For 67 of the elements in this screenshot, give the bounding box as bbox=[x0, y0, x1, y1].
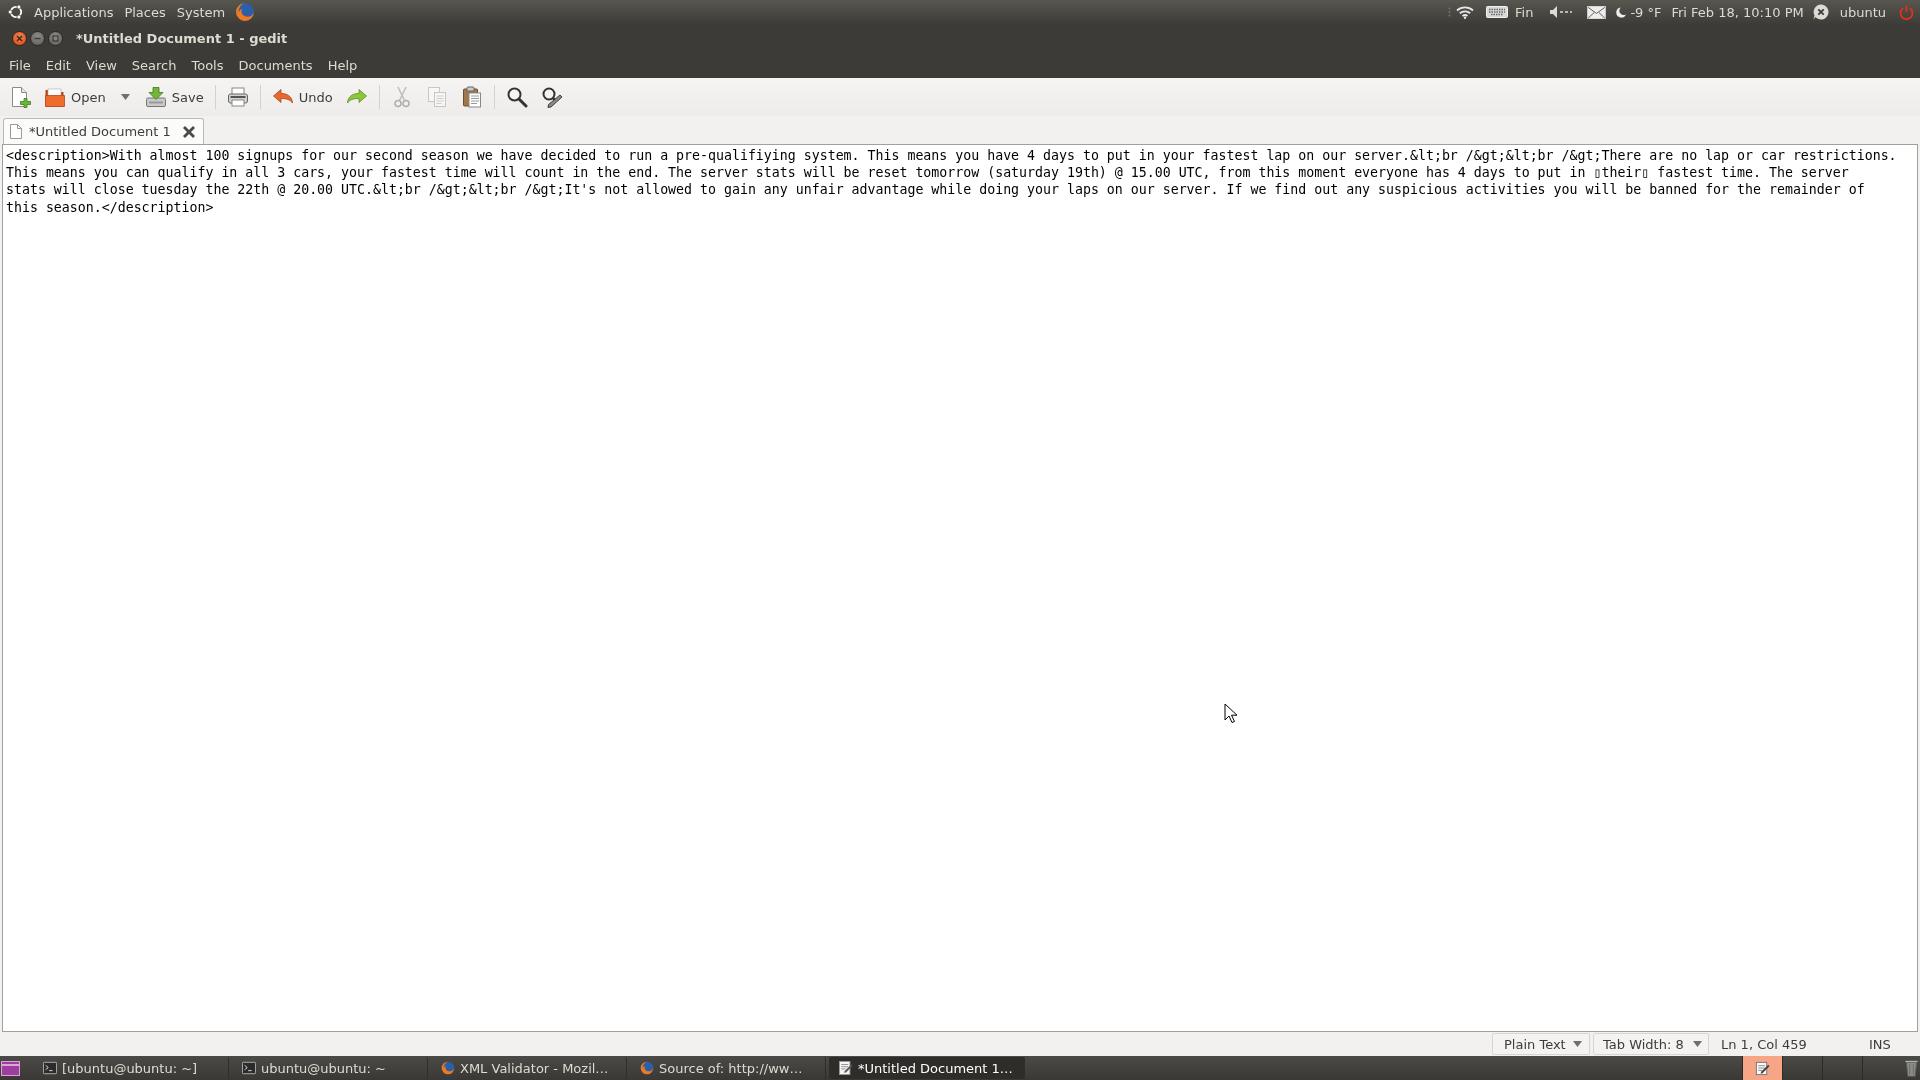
language-dropdown[interactable]: Plain Text bbox=[1492, 1033, 1590, 1055]
tab-width-dropdown[interactable]: Tab Width: 8 bbox=[1593, 1033, 1709, 1055]
menu-item[interactable]: Search bbox=[124, 52, 184, 78]
caret-icon bbox=[120, 94, 130, 100]
document-icon bbox=[10, 124, 22, 139]
panel-menu[interactable]: Applications bbox=[34, 0, 114, 24]
firefox-icon bbox=[640, 1061, 654, 1075]
save-button[interactable]: Save bbox=[139, 81, 209, 113]
mail-icon[interactable] bbox=[1587, 5, 1607, 19]
taskbar-button[interactable]: [ubuntu@ubuntu: ~] bbox=[33, 1057, 229, 1079]
caret-icon bbox=[1692, 1041, 1702, 1047]
user-status-icon[interactable] bbox=[1812, 4, 1829, 20]
folder-icon bbox=[44, 86, 66, 108]
open-button[interactable]: Open bbox=[39, 81, 111, 113]
grip-icon bbox=[1448, 7, 1451, 17]
panel-menu[interactable]: System bbox=[176, 0, 226, 24]
close-icon bbox=[182, 125, 195, 138]
search-pencil-icon bbox=[540, 86, 563, 108]
editor-text: <description>With almost 100 signups for our second season we have decided to run a pre-qualifiying system. This means you have 4 days to put in your fastest lap on our server.&lt;br /&gt;&lt;br /&gt;There are no lap or car restrictions. This means you can qualify in all 3 cars, your fastest time will count in the end. The server stats will be reset tomorrow (saturday 19th) @ 15.00 UTC, from this moment everyone has 4 days to put in ▯their▯ fastest time. The server stats will close tuesday the 22th @ 20.00 UTC.&lt;br /&gt;&lt;br /&gt;It's not allowed to gain any unfair advantage while doing your laps on our server. If we find out any suspicious activities you will be banned for the remainder of this season.</description> bbox=[5, 147, 1897, 216]
paste-icon bbox=[460, 86, 483, 108]
caret-icon bbox=[1572, 1041, 1582, 1047]
keyboard-layout-indicator[interactable]: Fin bbox=[1515, 0, 1534, 24]
wifi-icon[interactable] bbox=[1456, 5, 1474, 19]
menu-item[interactable]: Documents bbox=[231, 52, 321, 78]
workspace-tile[interactable] bbox=[1742, 1056, 1782, 1080]
volume-icon[interactable] bbox=[1550, 6, 1573, 18]
window-thumbnail-icon bbox=[1755, 1060, 1770, 1076]
panel-menu[interactable]: Places bbox=[124, 0, 166, 24]
undo-button[interactable]: Undo bbox=[266, 81, 338, 113]
copy-icon bbox=[425, 86, 448, 108]
menu-item[interactable]: Help bbox=[320, 52, 365, 78]
close-tab-button[interactable] bbox=[182, 125, 195, 138]
show-desktop-icon[interactable] bbox=[0, 1058, 22, 1078]
close-window-button[interactable] bbox=[12, 30, 27, 46]
moon-icon[interactable] bbox=[1616, 6, 1627, 18]
minimize-window-button[interactable] bbox=[30, 30, 45, 46]
document-tab[interactable]: *Untitled Document 1 bbox=[3, 118, 204, 144]
terminal-icon bbox=[43, 1061, 57, 1075]
insert-mode: INS bbox=[1869, 1036, 1892, 1052]
ubuntu-logo-icon[interactable] bbox=[8, 4, 24, 20]
text-editor-icon bbox=[839, 1061, 853, 1075]
taskbar-button[interactable]: *Untitled Document 1… bbox=[829, 1057, 1025, 1079]
menu-item[interactable]: File bbox=[1, 52, 39, 78]
search-icon bbox=[505, 86, 528, 108]
window-title: *Untitled Document 1 - gedit bbox=[76, 30, 288, 46]
firefox-icon bbox=[441, 1061, 455, 1075]
keyboard-icon[interactable] bbox=[1486, 6, 1508, 18]
close-icon bbox=[16, 34, 23, 42]
menu-item[interactable]: View bbox=[78, 52, 125, 78]
user-menu[interactable]: ubuntu bbox=[1839, 0, 1886, 24]
maximize-icon bbox=[52, 34, 59, 42]
trash-icon[interactable] bbox=[1905, 1058, 1918, 1078]
mouse-pointer-icon bbox=[1224, 703, 1238, 724]
taskbar-button[interactable]: ubuntu@ubuntu: ~ bbox=[232, 1057, 428, 1079]
save-icon bbox=[144, 86, 167, 108]
menu-item[interactable]: Edit bbox=[38, 52, 79, 78]
printer-icon bbox=[226, 86, 249, 108]
taskbar-button[interactable]: Source of: http://ww… bbox=[630, 1057, 826, 1079]
cursor-position: Ln 1, Col 459 bbox=[1720, 1036, 1808, 1052]
menu-item[interactable]: Tools bbox=[184, 52, 231, 78]
maximize-window-button[interactable] bbox=[48, 30, 63, 46]
clock[interactable]: Fri Feb 18, 10:10 PM bbox=[1671, 0, 1804, 24]
taskbar-button[interactable]: XML Validator - Mozil… bbox=[431, 1057, 627, 1079]
terminal-icon bbox=[242, 1061, 256, 1075]
new-document-icon bbox=[9, 86, 31, 108]
weather-indicator[interactable]: -9 °F bbox=[1630, 0, 1662, 24]
firefox-icon[interactable] bbox=[235, 2, 256, 22]
